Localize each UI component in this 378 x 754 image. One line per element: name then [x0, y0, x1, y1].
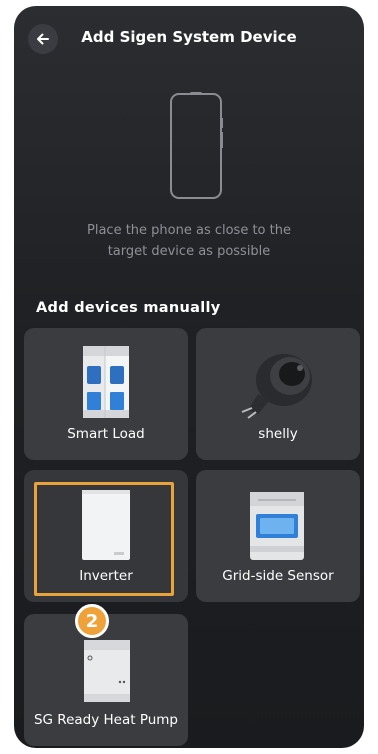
device-card-sg-ready-heat-pump[interactable]: SG Ready Heat Pump — [24, 614, 188, 746]
hint-line-2: target device as possible — [107, 244, 271, 259]
device-label: Grid-side Sensor — [222, 568, 334, 584]
device-card-smart-load[interactable]: Smart Load — [24, 328, 188, 460]
phone-outline-icon — [170, 92, 223, 199]
device-label: Inverter — [79, 568, 133, 584]
inverter-icon — [82, 490, 130, 560]
device-label: Smart Load — [67, 426, 145, 442]
device-card-shelly[interactable]: shelly — [196, 328, 360, 460]
device-label: SG Ready Heat Pump — [33, 712, 179, 728]
section-title: Add devices manually — [36, 300, 221, 316]
smart-plug-icon — [241, 354, 312, 419]
header-bar: Add Sigen System Device — [14, 6, 364, 72]
page-title: Add Sigen System Device — [81, 28, 297, 46]
meter-icon — [250, 492, 304, 560]
heat-pump-module-icon — [84, 640, 130, 702]
app-screen: Add Sigen System Device Place the phone … — [14, 6, 364, 748]
device-label: shelly — [258, 426, 298, 442]
device-card-inverter[interactable]: Inverter — [24, 470, 188, 602]
nfc-hint-text: Place the phone as close to the target d… — [54, 220, 324, 262]
breaker-icon — [83, 346, 129, 418]
step-badge: 2 — [75, 604, 109, 638]
device-card-grid-side-sensor[interactable]: Grid-side Sensor — [196, 470, 360, 602]
hint-line-1: Place the phone as close to the — [87, 223, 291, 238]
